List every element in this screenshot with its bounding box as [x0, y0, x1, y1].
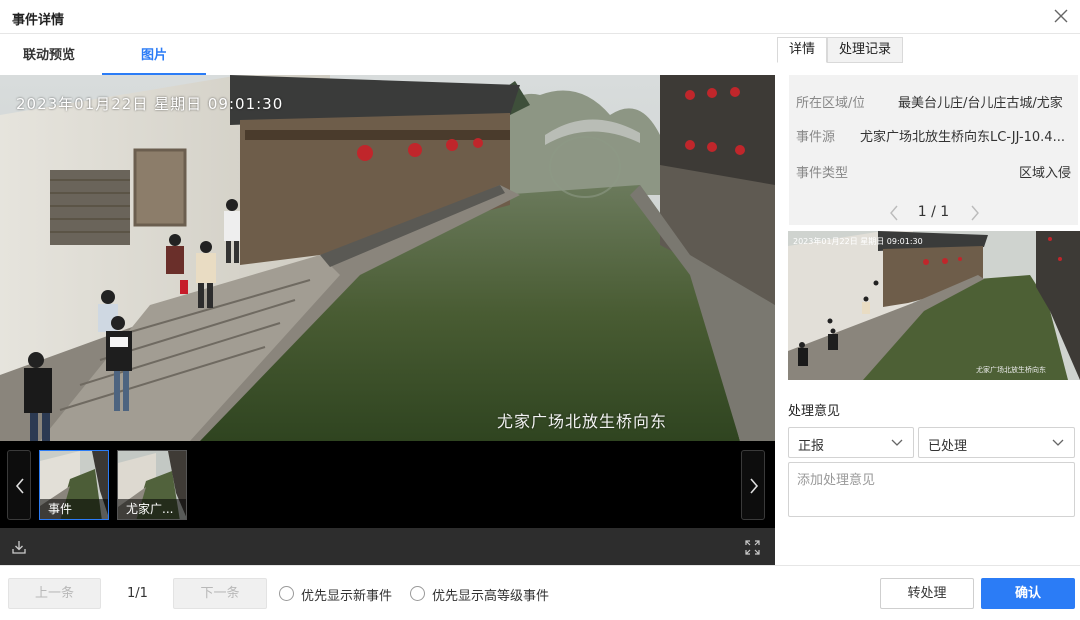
event-image-viewer[interactable]: 2023年01月22日 星期日 09:01:30 尤家广场北放生桥向东 — [0, 75, 775, 441]
thumbnail-event[interactable]: 事件 — [39, 450, 109, 520]
chevron-right-icon — [750, 478, 759, 494]
snapshot-image — [788, 231, 1080, 380]
dialog-title: 事件详情 — [12, 13, 65, 28]
chevron-down-icon — [1052, 439, 1064, 446]
download-icon[interactable] — [11, 539, 27, 555]
event-details-panel: 所在区域/位 最美台儿庄/台儿庄古城/尤家 事件源 尤家广场北放生桥向东LC-J… — [789, 75, 1078, 225]
strip-prev-button[interactable] — [7, 450, 31, 520]
detail-label: 所在区域/位 — [796, 96, 864, 111]
chevron-left-icon — [15, 478, 24, 494]
detail-row-type: 事件类型 区域入侵 — [796, 162, 1078, 182]
opinion-textarea[interactable] — [788, 462, 1075, 517]
chevron-down-icon — [891, 439, 903, 446]
status-value: 已处理 — [928, 439, 968, 454]
detail-value: 最美台儿庄/台儿庄古城/尤家 — [898, 96, 1063, 111]
detail-pager: 1 / 1 — [917, 204, 950, 220]
footer-bar: 上一条 1/1 下一条 优先显示新事件 优先显示高等级事件 转处理 确认 — [0, 565, 1080, 620]
strip-next-button[interactable] — [741, 450, 765, 520]
event-snapshot[interactable]: 2023年01月22日 星期日 09:01:30 尤家广场北放生桥向东 — [788, 231, 1080, 380]
radio-prefer-high-level[interactable]: 优先显示高等级事件 — [410, 585, 560, 604]
radio-prefer-new[interactable]: 优先显示新事件 — [279, 585, 401, 604]
snapshot-timestamp: 2023年01月22日 星期日 09:01:30 — [793, 237, 923, 246]
viewer-toolbar — [0, 528, 775, 565]
thumbnail-strip: 事件 尤家广... — [0, 441, 775, 528]
report-type-select[interactable]: 正报 — [788, 427, 914, 458]
snapshot-camera-label: 尤家广场北放生桥向东 — [976, 366, 1046, 374]
status-select[interactable]: 已处理 — [918, 427, 1075, 458]
close-icon[interactable] — [1052, 7, 1070, 25]
title-bar: 事件详情 — [0, 0, 1080, 34]
radio-circle-icon — [410, 586, 425, 601]
fullscreen-icon[interactable] — [745, 540, 760, 555]
report-type-value: 正报 — [798, 439, 825, 454]
next-event-button[interactable]: 下一条 — [173, 578, 267, 609]
viewer-timestamp: 2023年01月22日 星期日 09:01:30 — [16, 95, 284, 113]
thumbnail-caption: 尤家广... — [118, 499, 186, 519]
thumbnail-caption: 事件 — [40, 499, 108, 519]
transfer-button[interactable]: 转处理 — [880, 578, 974, 609]
detail-value: 尤家广场北放生桥向东LC-JJ-10.4... — [860, 130, 1065, 145]
detail-label: 事件类型 — [796, 166, 849, 181]
detail-row-area: 所在区域/位 最美台儿庄/台儿庄古城/尤家 — [796, 92, 1078, 112]
radio-label: 优先显示新事件 — [301, 589, 393, 604]
detail-label: 事件源 — [796, 130, 836, 145]
prev-event-button[interactable]: 上一条 — [8, 578, 101, 609]
event-scene-image — [0, 75, 775, 441]
radio-circle-icon — [279, 586, 294, 601]
viewer-camera-label: 尤家广场北放生桥向东 — [497, 412, 668, 431]
opinion-label: 处理意见 — [788, 404, 841, 419]
tab-handling-records[interactable]: 处理记录 — [827, 37, 903, 63]
detail-value: 区域入侵 — [1019, 166, 1072, 181]
media-tabs: 联动预览 图片 — [0, 35, 776, 75]
tab-pictures[interactable]: 图片 — [102, 35, 206, 75]
radio-label: 优先显示高等级事件 — [432, 589, 550, 604]
thumbnail-camera[interactable]: 尤家广... — [117, 450, 187, 520]
detail-row-source: 事件源 尤家广场北放生桥向东LC-JJ-10.4... — [796, 126, 1078, 146]
detail-tabs: 详情 处理记录 — [776, 35, 1080, 63]
confirm-button[interactable]: 确认 — [981, 578, 1075, 609]
chevron-right-icon[interactable] — [969, 205, 981, 221]
tab-details[interactable]: 详情 — [777, 37, 827, 63]
tab-linked-preview[interactable]: 联动预览 — [10, 35, 88, 75]
event-count: 1/1 — [127, 586, 148, 601]
